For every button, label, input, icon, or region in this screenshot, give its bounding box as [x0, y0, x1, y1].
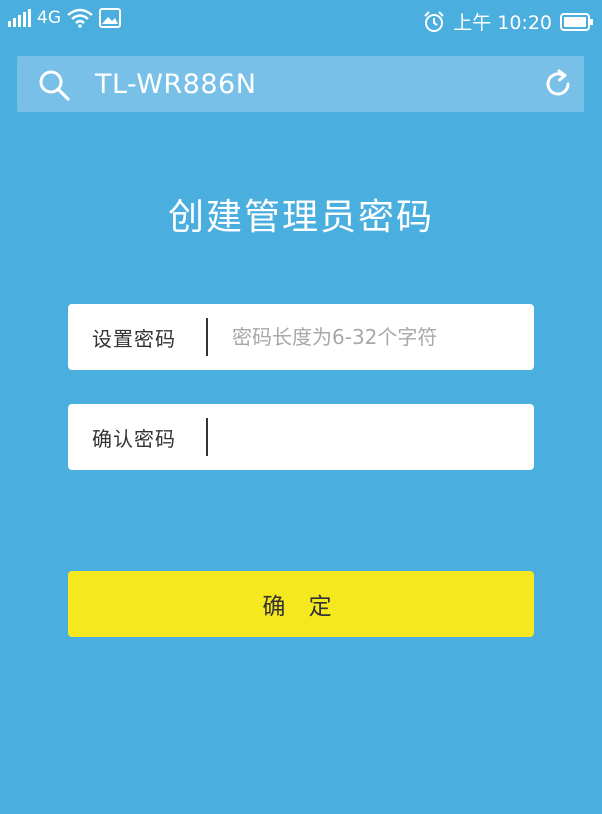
- input-cursor: [206, 318, 208, 356]
- confirm-password-field[interactable]: 确认密码: [68, 404, 534, 470]
- alarm-icon: [424, 10, 444, 32]
- search-bar[interactable]: TL-WR886N: [17, 56, 584, 112]
- status-bar: 4G 上午 10:20: [0, 0, 602, 44]
- network-type: 4G: [37, 8, 61, 28]
- status-left: 4G: [8, 8, 121, 28]
- battery-icon: [560, 12, 593, 31]
- search-icon[interactable]: [37, 68, 71, 102]
- set-password-field[interactable]: 设置密码: [68, 304, 534, 370]
- wifi-icon: [67, 8, 93, 28]
- confirm-password-input[interactable]: [218, 416, 532, 458]
- set-password-label: 设置密码: [92, 327, 176, 351]
- set-password-input[interactable]: [218, 316, 532, 358]
- page-title: 创建管理员密码: [167, 197, 434, 238]
- refresh-icon[interactable]: [542, 68, 574, 100]
- signal-icon: [8, 9, 31, 27]
- search-query[interactable]: TL-WR886N: [95, 69, 256, 100]
- status-right: 上午 10:20: [423, 8, 594, 35]
- confirm-password-label: 确认密码: [92, 427, 176, 451]
- confirm-button[interactable]: 确 定: [68, 571, 534, 637]
- image-icon: [99, 8, 121, 28]
- clock-time: 上午 10:20: [453, 12, 552, 34]
- input-cursor: [206, 418, 208, 456]
